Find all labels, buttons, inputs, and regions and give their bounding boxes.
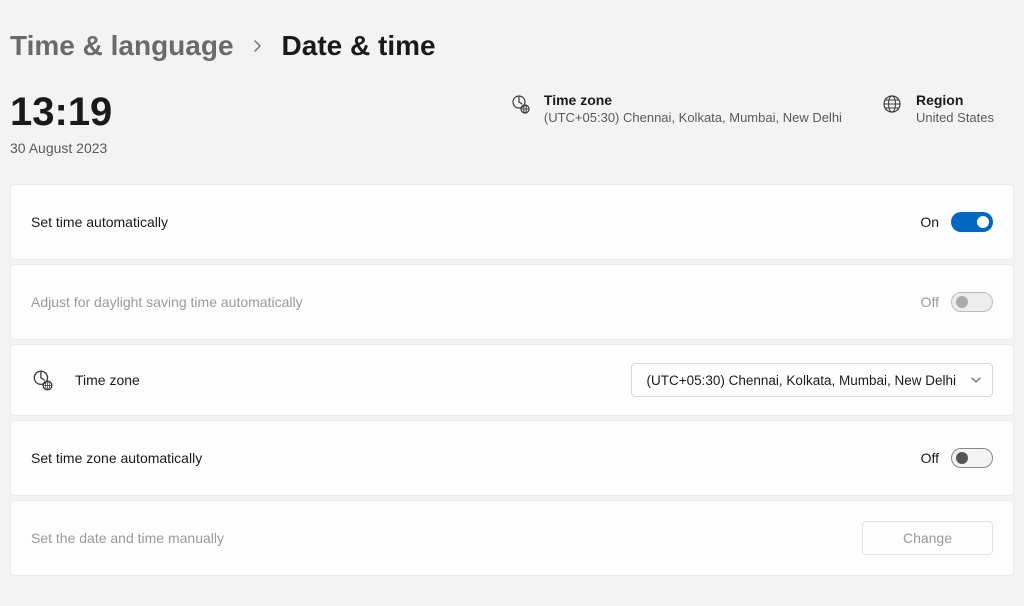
change-button: Change — [862, 521, 993, 555]
set-tz-auto-label: Set time zone automatically — [31, 450, 202, 466]
set-tz-auto-toggle[interactable] — [951, 448, 993, 468]
current-date: 30 August 2023 — [10, 140, 210, 156]
set-time-auto-toggle[interactable] — [951, 212, 993, 232]
current-time: 13:19 — [10, 92, 210, 132]
chevron-down-icon — [970, 374, 982, 386]
globe-icon — [882, 94, 902, 114]
world-clock-icon — [31, 369, 53, 391]
region-summary: Region United States — [882, 92, 994, 125]
breadcrumb-parent[interactable]: Time & language — [10, 30, 234, 62]
timezone-summary: Time zone (UTC+05:30) Chennai, Kolkata, … — [510, 92, 842, 125]
summary-row: 13:19 30 August 2023 Time zone (UTC+05:3… — [10, 92, 1014, 156]
dst-auto-label: Adjust for daylight saving time automati… — [31, 294, 303, 310]
timezone-row: Time zone (UTC+05:30) Chennai, Kolkata, … — [10, 344, 1014, 416]
set-time-auto-state: On — [920, 214, 939, 230]
timezone-row-label: Time zone — [75, 372, 140, 388]
breadcrumb-current: Date & time — [282, 30, 436, 62]
dst-auto-row: Adjust for daylight saving time automati… — [10, 264, 1014, 340]
set-tz-auto-row: Set time zone automatically Off — [10, 420, 1014, 496]
timezone-label: Time zone — [544, 92, 842, 108]
timezone-select-value: (UTC+05:30) Chennai, Kolkata, Mumbai, Ne… — [646, 373, 956, 388]
world-clock-icon — [510, 94, 530, 114]
manual-time-row: Set the date and time manually Change — [10, 500, 1014, 576]
region-label: Region — [916, 92, 994, 108]
manual-time-label: Set the date and time manually — [31, 530, 224, 546]
clock-block: 13:19 30 August 2023 — [10, 92, 210, 156]
region-value: United States — [916, 110, 994, 125]
timezone-value: (UTC+05:30) Chennai, Kolkata, Mumbai, Ne… — [544, 110, 842, 125]
set-time-auto-row: Set time automatically On — [10, 184, 1014, 260]
dst-auto-state: Off — [921, 294, 939, 310]
timezone-select[interactable]: (UTC+05:30) Chennai, Kolkata, Mumbai, Ne… — [631, 363, 993, 397]
dst-auto-toggle — [951, 292, 993, 312]
set-time-auto-label: Set time automatically — [31, 214, 168, 230]
chevron-right-icon — [252, 40, 264, 52]
set-tz-auto-state: Off — [921, 450, 939, 466]
breadcrumb: Time & language Date & time — [10, 30, 1014, 62]
